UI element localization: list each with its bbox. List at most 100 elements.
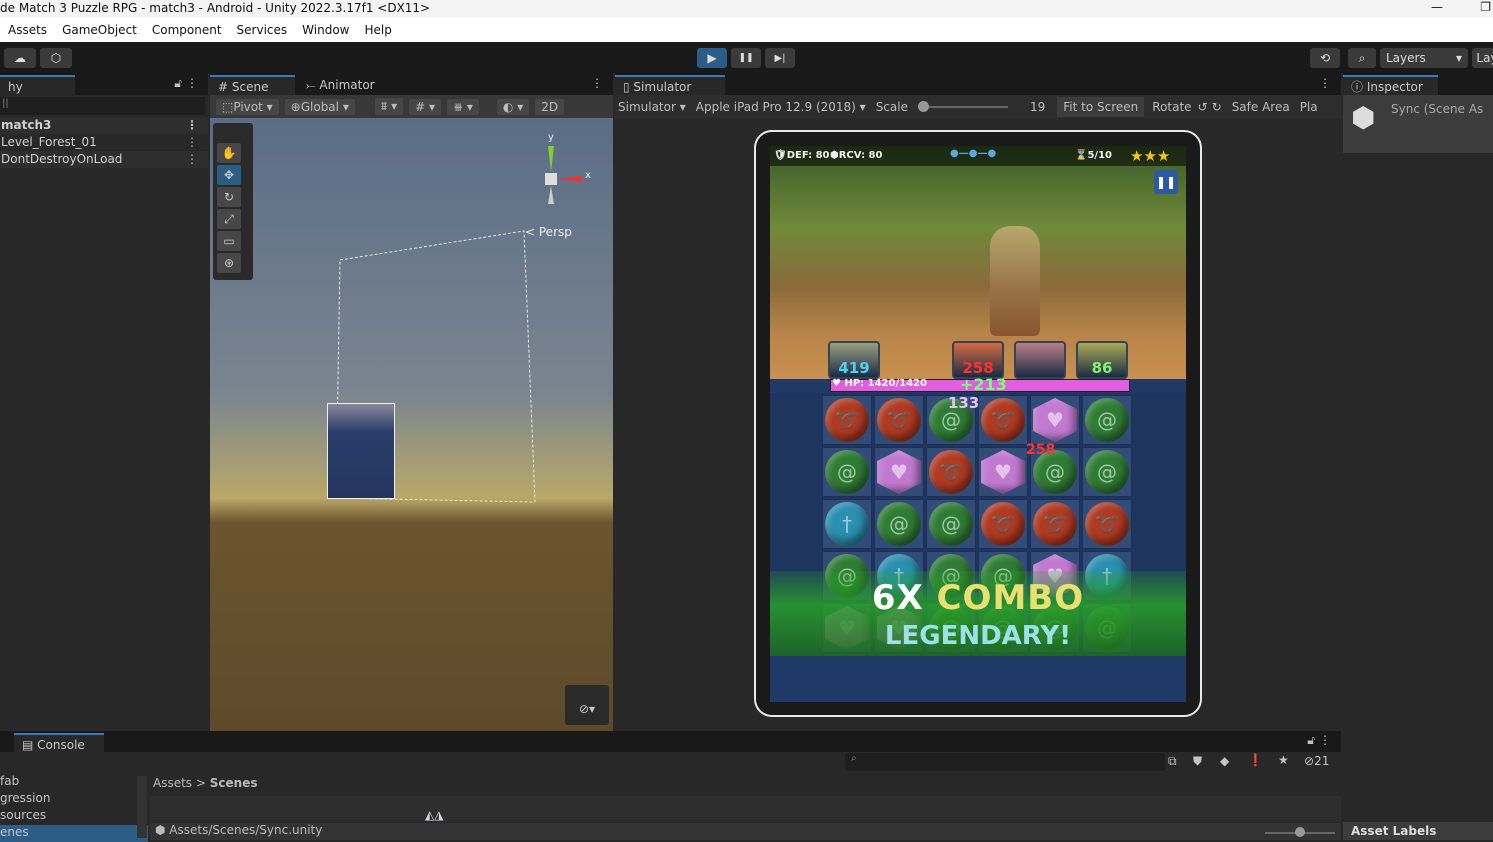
increment-dropdown[interactable]: ⧻ ▾ (447, 98, 479, 115)
green-gem[interactable]: @ (877, 502, 921, 546)
hidden-count[interactable]: ⊘21 (1304, 754, 1329, 768)
folder-item[interactable]: fab (0, 774, 148, 791)
asset-grid[interactable]: ◭◮ (150, 796, 1341, 822)
scene-asset-icon[interactable]: ◭◮ (425, 808, 443, 822)
blue-gem[interactable]: † (825, 502, 869, 546)
red-gem[interactable]: ➰ (1085, 502, 1129, 546)
orientation-overlay[interactable]: ⊘▾ (565, 685, 609, 725)
hierarchy-search[interactable]: ll (0, 97, 205, 115)
hero-portrait[interactable]: 258 (952, 341, 1004, 379)
grid-dropdown[interactable]: # ▾ (409, 98, 441, 115)
hero-portrait[interactable] (1014, 341, 1066, 379)
scene-viewport[interactable]: ✋ ✥ ↻ ⤢ ▭ ⊛ y x < Persp ⊘▾ (210, 118, 613, 731)
menu-help[interactable]: Help (364, 23, 391, 37)
maximize-button[interactable]: ❐ (1480, 0, 1491, 14)
breadcrumb-assets[interactable]: Assets (153, 776, 192, 790)
device-dropdown[interactable]: Apple iPad Pro 12.9 (2018) ▾ (696, 100, 866, 114)
tab-simulator[interactable]: ▯ Simulator (615, 75, 725, 95)
history-icon[interactable]: ⟲ (1310, 48, 1340, 68)
cloud-icon[interactable]: ☁ (4, 48, 36, 68)
tab-inspector[interactable]: ⓘ Inspector (1343, 75, 1438, 95)
more-icon[interactable]: ⋮ (591, 76, 603, 90)
scale-slider[interactable] (917, 100, 1008, 112)
red-gem[interactable]: ➰ (929, 450, 973, 494)
hero-portrait[interactable]: 419 (828, 341, 880, 379)
enemy-skeleton[interactable] (990, 226, 1040, 336)
green-gem[interactable]: @ (929, 502, 973, 546)
simulator-mode-dropdown[interactable]: Simulator ▾ (618, 100, 686, 114)
game-screen[interactable]: 🛡︎DEF: 80 ⬢RCV: 80 ●—●—● ⌛5/10 ★★★ ❚❚ 41… (770, 146, 1186, 702)
hero-portrait[interactable]: 86 (1076, 341, 1128, 379)
asset-labels-header[interactable]: Asset Labels (1343, 822, 1493, 840)
tab-console[interactable]: ▤ Console (14, 733, 104, 753)
more-icon[interactable]: ⋮ (186, 76, 198, 90)
icon-size-slider[interactable] (1265, 827, 1335, 837)
filter-type-icon[interactable]: ⧉ (1168, 754, 1177, 769)
tag-icon[interactable]: ◆ (1220, 754, 1229, 768)
menu-gameobject[interactable]: GameObject (62, 23, 137, 37)
device-frame: 🛡︎DEF: 80 ⬢RCV: 80 ●—●—● ⌛5/10 ★★★ ❚❚ 41… (754, 130, 1202, 717)
2d-toggle[interactable]: 2D (535, 98, 565, 115)
collab-icon[interactable]: ⬡ (40, 48, 72, 68)
layers-dropdown[interactable]: Layers ▾ (1380, 48, 1468, 68)
top-hud: 🛡︎DEF: 80 ⬢RCV: 80 ●—●—● ⌛5/10 ★★★ (770, 146, 1186, 166)
menu-window[interactable]: Window (302, 23, 349, 37)
menu-assets[interactable]: Assets (8, 23, 47, 37)
rotate-right-icon[interactable]: ↻ (1212, 100, 1222, 114)
green-gem[interactable]: @ (1085, 398, 1129, 442)
render-mode-dropdown[interactable]: ◐ ▾ (496, 98, 530, 115)
camera-frustum (335, 230, 536, 503)
scale-slider-handle[interactable] (917, 100, 929, 112)
game-canvas-preview[interactable] (327, 403, 395, 499)
global-dropdown[interactable]: ⊕Global ▾ (284, 98, 355, 115)
menu-component[interactable]: Component (152, 23, 222, 37)
red-gem[interactable]: ➰ (981, 398, 1025, 442)
folder-item[interactable]: gression (0, 791, 148, 808)
folder-scrollbar[interactable] (137, 776, 147, 838)
turns-counter: ⌛5/10 (1075, 150, 1112, 161)
red-gem[interactable]: ➰ (1033, 502, 1077, 546)
def-stat: 🛡︎DEF: 80 (774, 150, 830, 161)
tab-hierarchy[interactable]: hy (0, 75, 75, 95)
red-gem[interactable]: ➰ (877, 398, 921, 442)
hierarchy-panel: hy 🔓︎ ⋮ ll match3 ⋮ Level_Forest_01 ⋮ DontD… (0, 73, 208, 731)
more-icon[interactable]: ⋮ (1319, 76, 1331, 90)
hp-text: ♥ HP: 1420/1420 (832, 378, 927, 389)
safe-area-toggle[interactable]: Safe Area (1232, 100, 1290, 114)
stars-rating: ★★★ (1130, 147, 1171, 165)
folder-item[interactable]: sources (0, 808, 148, 825)
tab-animator[interactable]: ⤚ Animator (298, 75, 383, 95)
hierarchy-item[interactable]: DontDestroyOnLoad ⋮ (0, 151, 208, 168)
more-icon[interactable]: ⋮ (1319, 733, 1331, 747)
red-gem[interactable]: ➰ (981, 502, 1025, 546)
red-gem[interactable]: ➰ (825, 398, 869, 442)
folder-item[interactable]: enes (0, 825, 148, 842)
green-gem[interactable]: @ (1085, 450, 1129, 494)
favorite-icon[interactable]: ★ (1278, 753, 1289, 767)
combo-rank: LEGENDARY! (884, 621, 1072, 651)
lock-icon[interactable]: 🔓︎ (174, 76, 182, 91)
filter-label-icon[interactable]: ⛊ (1193, 754, 1202, 769)
hierarchy-item[interactable]: match3 ⋮ (0, 117, 208, 134)
lock-icon[interactable]: 🔓︎ (1307, 733, 1315, 748)
minimize-button[interactable]: — (1431, 0, 1443, 14)
breadcrumb-scenes[interactable]: Scenes (210, 776, 258, 790)
rotate-left-icon[interactable]: ↺ (1198, 100, 1208, 114)
step-button[interactable]: ▶| (765, 48, 795, 68)
pause-game-button[interactable]: ❚❚ (1154, 170, 1178, 194)
search-icon[interactable]: ⌕ (1348, 48, 1376, 68)
menu-services[interactable]: Services (237, 23, 288, 37)
hierarchy-item[interactable]: Level_Forest_01 ⋮ (0, 134, 208, 151)
play-mode-dropdown[interactable]: Pla (1300, 100, 1318, 114)
snap-dropdown[interactable]: ⩩ ▾ (374, 98, 404, 115)
menu-bar: Assets GameObject Component Services Win… (0, 17, 1493, 42)
fit-to-screen-button[interactable]: Fit to Screen (1057, 96, 1145, 117)
project-search-input[interactable]: ⌕ (845, 753, 1165, 771)
pivot-dropdown[interactable]: ⬚Pivot ▾ (216, 98, 279, 115)
warning-icon[interactable]: ❗ (1248, 753, 1263, 767)
green-gem[interactable]: @ (825, 450, 869, 494)
play-button[interactable]: ▶ (697, 48, 727, 68)
tab-scene[interactable]: # Scene (210, 75, 295, 95)
layout-dropdown[interactable]: Lay (1472, 48, 1493, 68)
pause-button[interactable]: ❚❚ (731, 48, 761, 68)
